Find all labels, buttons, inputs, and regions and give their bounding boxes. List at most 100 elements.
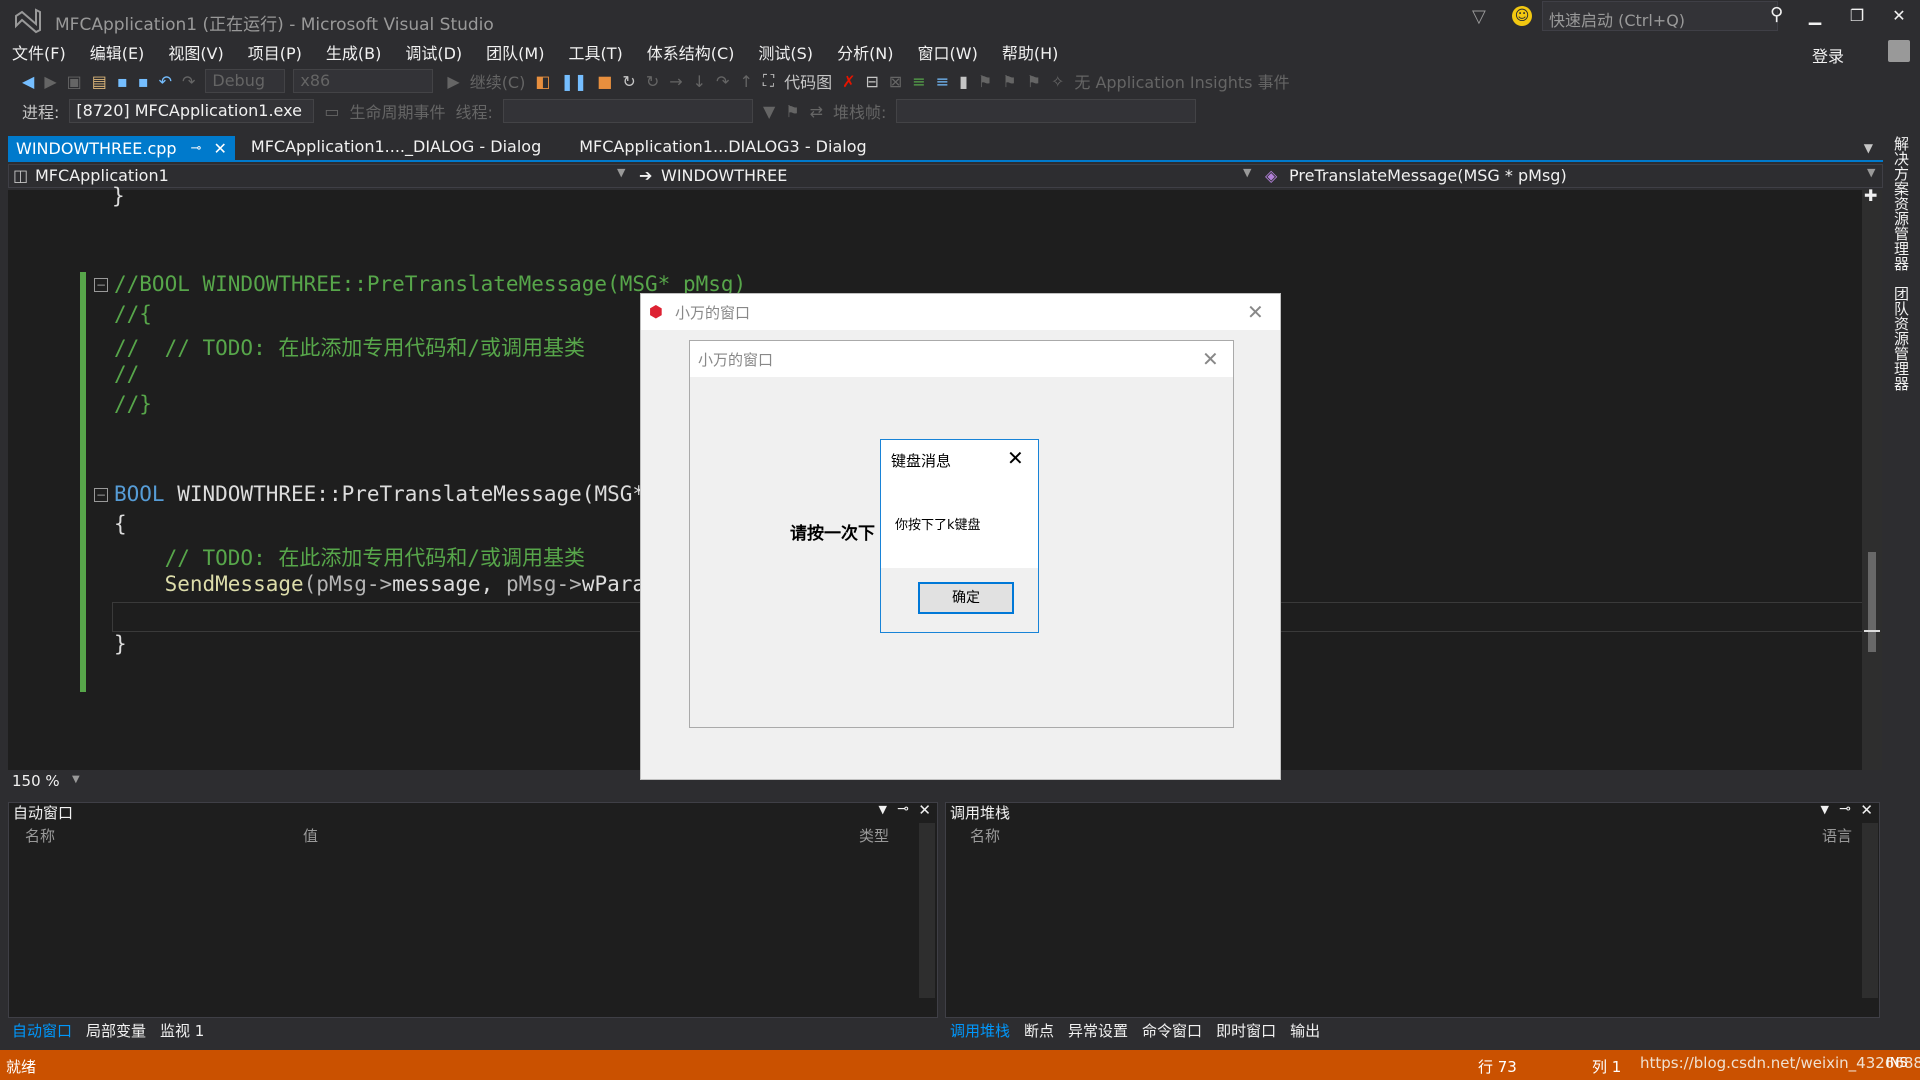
menu-view[interactable]: 视图(V)	[168, 40, 223, 64]
continue-button[interactable]: 继续(C)	[470, 69, 526, 93]
tab-autos[interactable]: 自动窗口	[12, 1020, 72, 1041]
parallel-icon[interactable]: ⇄	[810, 102, 823, 121]
step-out-icon[interactable]: ↑	[739, 72, 752, 91]
comment-icon[interactable]: ⊠	[889, 72, 902, 91]
menu-project[interactable]: 项目(P)	[248, 40, 302, 64]
open-folder-icon[interactable]: ▤	[92, 72, 107, 91]
tab-windowthree-cpp[interactable]: WINDOWTHREE.cpp ⊸ ✕	[8, 136, 235, 160]
pin-icon[interactable]: ⊸	[897, 801, 909, 817]
class-dropdown[interactable]: WINDOWTHREE	[661, 166, 787, 185]
filter-icon[interactable]: ▼	[763, 102, 775, 121]
code-map-icon[interactable]: ⛶	[763, 71, 774, 91]
user-avatar-icon[interactable]	[1888, 40, 1910, 62]
stackframe-select[interactable]	[896, 99, 1197, 123]
menu-debug[interactable]: 调试(D)	[405, 40, 462, 64]
tab-breakpoints[interactable]: 断点	[1024, 1020, 1054, 1041]
bookmark-window-icon[interactable]: ⊟	[865, 72, 878, 91]
save-all-icon[interactable]: ▪	[138, 72, 149, 91]
pause-icon[interactable]: ❚❚	[560, 72, 587, 91]
platform-select[interactable]: x86	[293, 69, 434, 93]
panel-scrollbar[interactable]	[1862, 823, 1878, 998]
column-header-name[interactable]: 名称	[970, 825, 1000, 846]
menu-file[interactable]: 文件(F)	[12, 40, 66, 64]
dialog-close-icon[interactable]: ✕	[1247, 300, 1264, 324]
dialog-close-icon[interactable]: ✕	[1202, 347, 1219, 371]
forward-icon[interactable]: ▶	[44, 72, 56, 91]
bookmark-icon[interactable]: ▮	[959, 72, 968, 91]
tab-immediate-window[interactable]: 即时窗口	[1216, 1020, 1276, 1041]
configuration-select[interactable]: Debug	[205, 69, 286, 93]
process-select[interactable]: [8720] MFCApplication1.exe	[69, 99, 315, 123]
undo-icon[interactable]: ↶	[159, 72, 172, 91]
project-dropdown[interactable]: MFCApplication1	[35, 166, 169, 185]
split-icon[interactable]: ✚	[1864, 186, 1877, 205]
menu-team[interactable]: 团队(M)	[486, 40, 544, 64]
code-map-button[interactable]: 代码图	[784, 69, 832, 93]
redo-icon[interactable]: ↷	[182, 72, 195, 91]
chevron-down-icon[interactable]: ▼	[1821, 803, 1829, 816]
find-icon[interactable]: ◧	[535, 72, 550, 91]
chevron-down-icon[interactable]: ▼	[1243, 166, 1251, 179]
minimize-button[interactable]: ▁	[1800, 6, 1830, 32]
scrollbar-thumb[interactable]	[1868, 552, 1876, 652]
tab-command-window[interactable]: 命令窗口	[1142, 1020, 1202, 1041]
tab-close-icon[interactable]: ✕	[213, 139, 226, 158]
tab-locals[interactable]: 局部变量	[86, 1020, 146, 1041]
insights-button[interactable]: 无 Application Insights 事件	[1074, 69, 1289, 93]
menu-edit[interactable]: 编辑(E)	[90, 40, 145, 64]
member-dropdown[interactable]: PreTranslateMessage(MSG * pMsg)	[1289, 166, 1567, 185]
close-icon[interactable]: ✕	[1860, 801, 1873, 819]
column-header-name[interactable]: 名称	[25, 825, 55, 846]
tab-dialog[interactable]: MFCApplication1...._DIALOG - Dialog	[243, 136, 549, 160]
step-back-icon[interactable]: ↷	[716, 72, 729, 91]
continue-icon[interactable]: ▶	[447, 72, 459, 91]
editor-vertical-scrollbar[interactable]: ✚	[1862, 186, 1882, 770]
exceptions-icon[interactable]: ✗	[842, 72, 855, 91]
lifecycle-events-button[interactable]: 生命周期事件	[350, 99, 446, 123]
menu-window[interactable]: 窗口(W)	[918, 40, 978, 64]
chevron-down-icon[interactable]: ▼	[1867, 166, 1875, 179]
collapse-icon[interactable]: −	[94, 278, 108, 292]
thread-select[interactable]	[502, 99, 753, 123]
clear-bookmark-icon[interactable]: ⚑	[1027, 72, 1041, 91]
tab-output[interactable]: 输出	[1290, 1020, 1320, 1041]
dialog-title-bar[interactable]: 小万的窗口 ✕	[690, 341, 1233, 377]
lifecycle-icon[interactable]: ▭	[324, 102, 339, 121]
insights-icon[interactable]: ✧	[1051, 72, 1064, 91]
tab-dialog3[interactable]: MFCApplication1...DIALOG3 - Dialog	[571, 136, 874, 160]
restore-button[interactable]: ❐	[1842, 6, 1872, 32]
chevron-down-icon[interactable]: ▼	[72, 774, 80, 785]
step-into-icon[interactable]: ↓	[693, 72, 706, 91]
close-icon[interactable]: ✕	[918, 801, 931, 819]
pin-icon[interactable]: ⊸	[1839, 801, 1851, 817]
prev-bookmark-icon[interactable]: ⚑	[978, 72, 992, 91]
stop-icon[interactable]: ■	[597, 72, 612, 91]
chevron-down-icon[interactable]: ▼	[879, 803, 887, 816]
zoom-select[interactable]: 150 %	[12, 772, 60, 790]
team-explorer-tab[interactable]: 团队资源管理器	[1891, 286, 1912, 391]
column-header-language[interactable]: 语言	[1822, 825, 1852, 846]
ok-button[interactable]: 确定	[918, 582, 1014, 614]
close-button[interactable]: ✕	[1884, 6, 1914, 32]
indent-icon[interactable]: ≡	[912, 72, 925, 91]
menu-help[interactable]: 帮助(H)	[1002, 40, 1059, 64]
save-icon[interactable]: ▪	[117, 72, 128, 91]
hot-reload-icon[interactable]: ↻	[646, 72, 659, 91]
restart-icon[interactable]: ↻	[622, 72, 635, 91]
menu-tools[interactable]: 工具(T)	[568, 40, 622, 64]
chevron-down-icon[interactable]: ▼	[617, 166, 625, 179]
step-over-icon[interactable]: →	[669, 72, 682, 91]
tab-watch1[interactable]: 监视 1	[160, 1020, 204, 1041]
next-bookmark-icon[interactable]: ⚑	[1002, 72, 1016, 91]
dialog-title-bar[interactable]: ⬢ 小万的窗口 ✕	[641, 294, 1280, 330]
tab-exception-settings[interactable]: 异常设置	[1068, 1020, 1128, 1041]
menu-analyze[interactable]: 分析(N)	[837, 40, 893, 64]
tab-overflow-icon[interactable]: ▼	[1864, 141, 1873, 155]
pin-icon[interactable]: ⊸	[191, 141, 202, 156]
collapse-icon[interactable]: −	[94, 488, 108, 502]
menu-test[interactable]: 测试(S)	[758, 40, 813, 64]
menu-architecture[interactable]: 体系结构(C)	[647, 40, 735, 64]
outdent-icon[interactable]: ≡	[936, 72, 949, 91]
feedback-filter-icon[interactable]: ▽	[1472, 6, 1486, 27]
login-link[interactable]: 登录	[1812, 43, 1844, 67]
